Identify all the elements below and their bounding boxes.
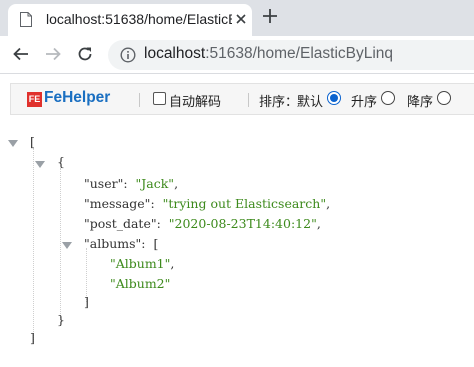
object-close-brace: } <box>57 312 65 327</box>
document-icon <box>20 12 32 27</box>
fehelper-brand[interactable]: FeHelper <box>44 89 110 107</box>
albums-open-bracket: [ <box>153 236 159 251</box>
collapse-toggle-icon[interactable] <box>62 242 72 249</box>
tab-title: localhost:51638/home/ElasticByLinq <box>46 11 232 27</box>
json-property-message: "message": "trying out Elasticsearch", <box>84 196 330 211</box>
collapse-toggle-icon[interactable] <box>8 140 18 147</box>
json-viewer: [ { "user": "Jack", "message": "trying o… <box>0 130 474 367</box>
json-string-value: "Album1" <box>110 256 171 271</box>
json-comma: , <box>326 196 331 211</box>
sort-default-radio[interactable] <box>327 91 341 105</box>
sort-option-desc-label[interactable]: 降序 <box>407 91 433 110</box>
reload-icon[interactable] <box>76 45 94 63</box>
json-comma: , <box>174 176 179 191</box>
sort-asc-radio[interactable] <box>381 91 395 105</box>
auto-decode-checkbox[interactable] <box>153 92 166 105</box>
tab-strip: localhost:51638/home/ElasticByLinq <box>0 0 474 36</box>
sort-option-asc-label[interactable]: 升序 <box>351 91 377 110</box>
forward-arrow-icon[interactable] <box>44 45 62 63</box>
albums-close-bracket: ] <box>84 294 89 309</box>
json-colon: : <box>156 216 161 231</box>
new-tab-icon[interactable] <box>262 8 278 24</box>
browser-toolbar: localhost:51638/home/ElasticByLinq <box>0 36 474 74</box>
sort-label: 排序： <box>259 94 299 109</box>
json-key: "user" <box>84 176 124 191</box>
json-colon: : <box>141 236 146 251</box>
address-bar[interactable]: localhost:51638/home/ElasticByLinq <box>108 40 474 70</box>
indent-guide <box>33 148 34 344</box>
array-open-bracket: [ <box>30 134 35 149</box>
fehelper-toolbar: FE FeHelper 自动解码 排序： 默认 升序 降序 <box>10 83 474 115</box>
sort-desc-radio[interactable] <box>437 91 451 105</box>
auto-decode-label[interactable]: 自动解码 <box>169 91 221 110</box>
url-text[interactable]: localhost:51638/home/ElasticByLinq <box>144 45 393 63</box>
json-colon: : <box>150 196 155 211</box>
json-comma: , <box>170 256 175 271</box>
separator <box>248 93 249 107</box>
info-icon[interactable] <box>120 47 136 63</box>
json-string-value: "2020-08-23T14:40:12" <box>168 216 317 231</box>
json-property-albums: "albums": [ <box>84 236 158 251</box>
json-key: "message" <box>84 196 151 211</box>
json-key: "post_date" <box>84 216 157 231</box>
url-host: localhost <box>144 45 206 62</box>
json-property-post-date: "post_date": "2020-08-23T14:40:12", <box>84 216 321 231</box>
json-string-value: "Jack" <box>135 176 175 191</box>
url-path: :51638/home/ElasticByLinq <box>205 45 394 62</box>
separator <box>139 93 140 107</box>
array-close-bracket: ] <box>30 330 35 345</box>
close-icon[interactable] <box>234 12 248 26</box>
json-comma: , <box>316 216 321 231</box>
json-array-item: "Album2" <box>110 276 171 291</box>
object-open-brace: { <box>57 154 65 169</box>
collapse-toggle-icon[interactable] <box>35 161 45 168</box>
sort-option-default-label[interactable]: 默认 <box>297 91 323 110</box>
indent-guide <box>60 168 61 320</box>
json-property-user: "user": "Jack", <box>84 176 178 191</box>
back-arrow-icon[interactable] <box>12 45 30 63</box>
json-array-item: "Album1", <box>110 256 174 271</box>
browser-tab[interactable]: localhost:51638/home/ElasticByLinq <box>8 4 252 36</box>
json-string-value: "trying out Elasticsearch" <box>162 196 327 211</box>
json-colon: : <box>123 176 128 191</box>
fehelper-logo: FE <box>27 92 42 107</box>
json-key: "albums" <box>84 236 142 251</box>
